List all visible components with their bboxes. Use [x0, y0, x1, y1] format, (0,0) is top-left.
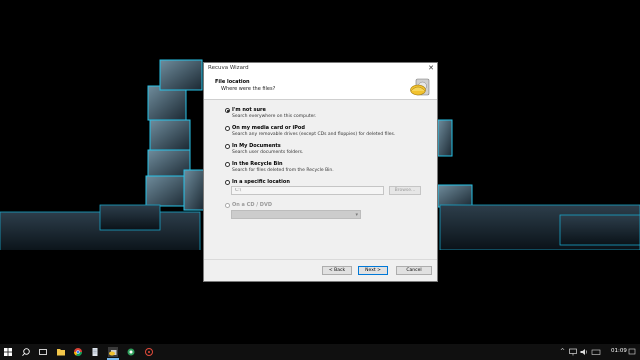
notepad-icon[interactable]	[90, 347, 100, 357]
option-label: In the Recycle Bin	[232, 161, 283, 167]
location-path-input[interactable]	[231, 186, 384, 195]
chevron-down-icon: ▾	[355, 212, 358, 218]
recuva-icon[interactable]	[108, 347, 118, 357]
option-description: Search for files deleted from the Recycl…	[232, 168, 334, 173]
search-icon[interactable]	[21, 347, 31, 357]
app-icon[interactable]	[126, 347, 136, 357]
back-button[interactable]: < Back	[322, 266, 352, 275]
chrome-icon[interactable]	[73, 347, 83, 357]
option-label: In a specific location	[232, 179, 290, 185]
media-icon[interactable]	[144, 347, 154, 357]
chevron-up-icon[interactable]: ^	[560, 348, 565, 356]
option-description: Search everywhere on this computer.	[232, 114, 317, 119]
location-options: I'm not sure Search everywhere on this c…	[204, 100, 437, 253]
radio-media-card[interactable]	[225, 126, 230, 131]
volume-icon[interactable]	[579, 347, 589, 357]
radio-not-sure[interactable]	[225, 108, 230, 113]
option-label: In My Documents	[232, 143, 281, 149]
radio-recycle-bin[interactable]	[225, 162, 230, 167]
wizard-header: File location Where were the files?	[204, 74, 437, 100]
network-icon[interactable]	[568, 347, 578, 357]
next-button[interactable]: Next >	[358, 266, 388, 275]
window-title: Recuva Wizard	[208, 65, 249, 71]
close-icon[interactable]: ✕	[428, 64, 434, 72]
windows-start-icon[interactable]	[3, 347, 13, 357]
recuva-wizard-dialog: Recuva Wizard ✕ File location Where were…	[203, 62, 438, 282]
browse-button[interactable]: Browse...	[389, 186, 421, 195]
radio-my-documents[interactable]	[225, 144, 230, 149]
option-label: I'm not sure	[232, 107, 266, 113]
notifications-icon[interactable]	[627, 347, 637, 357]
option-label: On a CD / DVD	[232, 202, 272, 208]
wizard-footer: < Back Next > Cancel	[204, 259, 437, 282]
taskbar: ^ 01:09	[0, 344, 640, 360]
page-title: File location	[215, 79, 250, 85]
clock[interactable]: 01:09	[611, 348, 627, 354]
keyboard-icon[interactable]	[591, 347, 601, 357]
page-subtitle: Where were the files?	[221, 86, 276, 92]
option-description: Search user documents folders.	[232, 150, 304, 155]
recuva-hardhat-drive-icon	[410, 78, 430, 96]
radio-cd-dvd	[225, 203, 230, 208]
cancel-button[interactable]: Cancel	[396, 266, 432, 275]
cd-drive-select: ▾	[231, 210, 361, 219]
file-explorer-icon[interactable]	[56, 347, 66, 357]
radio-specific-location[interactable]	[225, 180, 230, 185]
option-label: On my media card or iPod	[232, 125, 305, 131]
task-view-icon[interactable]	[38, 347, 48, 357]
option-description: Search any removable drives (except CDs …	[232, 132, 396, 137]
